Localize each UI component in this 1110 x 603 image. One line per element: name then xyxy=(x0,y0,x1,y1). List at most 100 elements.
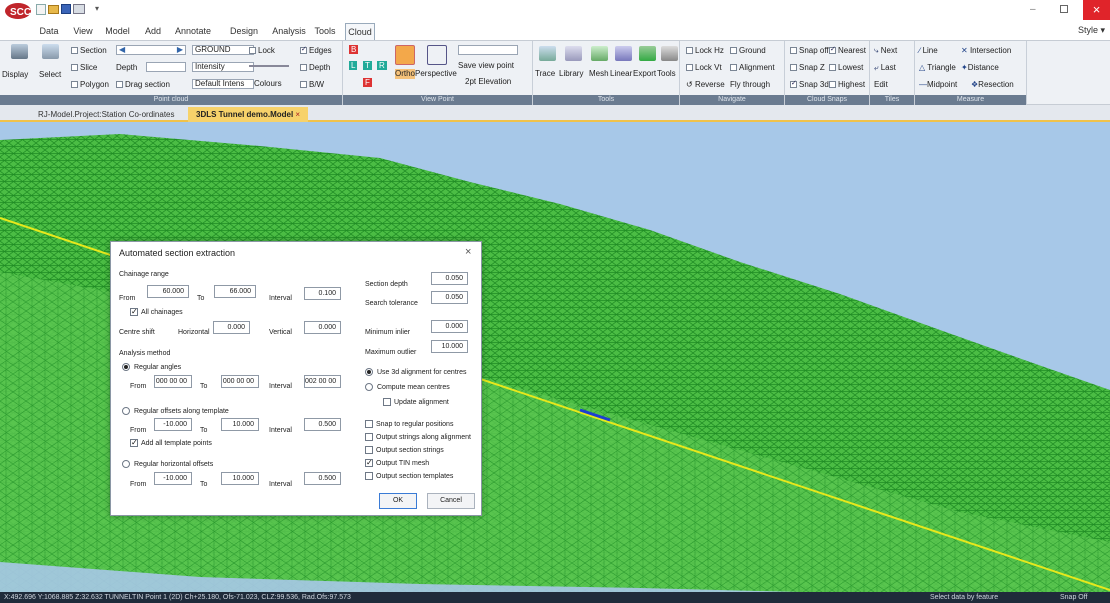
ok-button[interactable]: OK xyxy=(379,493,417,509)
chainage-interval-input[interactable]: 0.100 xyxy=(304,287,341,300)
lock-vt-checkbox[interactable] xyxy=(686,64,693,71)
section-depth-input[interactable]: 0.050 xyxy=(431,272,468,285)
triangle-button[interactable]: △ Triangle xyxy=(919,63,956,73)
view-point-select[interactable] xyxy=(458,45,518,55)
edges-checkbox[interactable] xyxy=(300,45,307,54)
output-strings-alignment-checkbox[interactable] xyxy=(365,433,373,441)
tab-annotate[interactable]: Annotate xyxy=(173,23,213,40)
output-section-strings-checkbox[interactable] xyxy=(365,446,373,454)
tab-view[interactable]: View xyxy=(72,23,94,40)
intensity-scheme-select[interactable]: Default Intens xyxy=(192,79,254,89)
trace-button[interactable]: Trace xyxy=(535,69,555,79)
colour-mode-select[interactable]: Intensity xyxy=(192,62,254,72)
mesh-icon[interactable] xyxy=(591,46,608,61)
search-tolerance-input[interactable]: 0.050 xyxy=(431,291,468,304)
snap-off-checkbox[interactable] xyxy=(790,47,797,54)
tab-cloud[interactable]: Cloud xyxy=(345,23,375,40)
view-t-button[interactable]: T xyxy=(363,61,372,71)
tab-data[interactable]: Data xyxy=(38,23,60,40)
chainage-from-input[interactable]: 60.000 xyxy=(147,285,189,298)
output-templates-checkbox[interactable] xyxy=(365,472,373,480)
export-icon[interactable] xyxy=(639,46,656,61)
angles-to-input[interactable]: 000 00 00 xyxy=(221,375,259,388)
snap-z-checkbox[interactable] xyxy=(790,64,797,71)
edit-tiles-button[interactable]: Edit xyxy=(874,80,888,90)
restore-button[interactable] xyxy=(1060,5,1068,13)
view-l-button[interactable]: L xyxy=(349,61,358,71)
angles-interval-input[interactable]: 002 00 00 xyxy=(304,375,341,388)
lock-checkbox[interactable] xyxy=(249,47,256,54)
doc-tab-station-coordinates[interactable]: RJ-Model.Project:Station Co-ordinates xyxy=(30,107,183,122)
tools-icon[interactable] xyxy=(661,46,678,61)
ortho-cube-icon[interactable] xyxy=(395,45,415,65)
app-logo[interactable]: SCC xyxy=(3,1,33,20)
section-checkbox[interactable] xyxy=(71,47,78,54)
status-snap[interactable]: Snap Off xyxy=(1060,592,1088,603)
snap-regular-checkbox[interactable] xyxy=(365,420,373,428)
mesh-button[interactable]: Mesh xyxy=(589,69,609,79)
regular-angles-radio[interactable] xyxy=(122,363,130,371)
tab-model[interactable]: Model xyxy=(104,23,131,40)
alignment-checkbox[interactable] xyxy=(730,64,737,71)
display-button[interactable]: Display xyxy=(2,70,28,80)
line-button[interactable]: ∕ Line xyxy=(919,46,938,56)
chainage-to-input[interactable]: 66.000 xyxy=(214,285,256,298)
linear-icon[interactable] xyxy=(615,46,632,61)
add-template-points-checkbox[interactable] xyxy=(130,438,138,447)
tab-add[interactable]: Add xyxy=(143,23,163,40)
layer-select[interactable]: GROUND xyxy=(192,45,254,55)
regular-offsets-radio[interactable] xyxy=(122,407,130,415)
highest-checkbox[interactable] xyxy=(829,81,836,88)
drag-section-checkbox[interactable] xyxy=(116,81,123,88)
ground-checkbox[interactable] xyxy=(730,47,737,54)
offsets-from-input[interactable]: -10.000 xyxy=(154,418,192,431)
close-tab-icon[interactable]: × xyxy=(295,110,300,119)
save-icon[interactable] xyxy=(61,4,71,14)
lowest-checkbox[interactable] xyxy=(829,64,836,71)
minimum-inlier-input[interactable]: 0.000 xyxy=(431,320,468,333)
vertical-shift-input[interactable]: 0.000 xyxy=(304,321,341,334)
trace-icon[interactable] xyxy=(539,46,556,61)
maximum-outlier-input[interactable]: 10.000 xyxy=(431,340,468,353)
intersection-button[interactable]: ✕ Intersection xyxy=(961,46,1011,56)
elevation-button[interactable]: 2pt Elevation xyxy=(465,77,511,87)
horizontal-to-input[interactable]: 10.000 xyxy=(221,472,259,485)
open-icon[interactable] xyxy=(48,5,59,14)
angles-from-input[interactable]: 000 00 00 xyxy=(154,375,192,388)
colours-button[interactable]: Colours xyxy=(254,79,282,89)
cancel-button[interactable]: Cancel xyxy=(427,493,475,509)
brightness-slider[interactable] xyxy=(249,65,289,67)
library-icon[interactable] xyxy=(565,46,582,61)
stepper-right-icon[interactable]: ▶ xyxy=(177,46,183,54)
new-icon[interactable] xyxy=(36,4,46,15)
tab-design[interactable]: Design xyxy=(228,23,260,40)
reverse-button[interactable]: ↺ Reverse xyxy=(686,80,725,90)
perspective-cube-icon[interactable] xyxy=(427,45,447,65)
bw-checkbox[interactable] xyxy=(300,81,307,88)
tools-button[interactable]: Tools xyxy=(657,69,676,79)
style-menu[interactable]: Style ▾ xyxy=(1078,25,1105,36)
doc-tab-tunnel-model[interactable]: 3DLS Tunnel demo.Model × xyxy=(188,107,309,122)
minimize-button[interactable]: – xyxy=(1030,4,1042,15)
nearest-checkbox[interactable] xyxy=(829,45,836,54)
view-b-button[interactable]: B xyxy=(349,45,359,55)
output-tin-checkbox[interactable] xyxy=(365,458,373,467)
resection-button[interactable]: ❖Resection xyxy=(971,80,1014,90)
stepper-left-icon[interactable]: ◀ xyxy=(119,46,125,54)
compute-mean-radio[interactable] xyxy=(365,383,373,391)
distance-button[interactable]: ✦Distance xyxy=(961,63,999,73)
dialog-close-button[interactable]: × xyxy=(465,247,471,258)
close-button[interactable]: × xyxy=(1083,0,1110,20)
tab-analysis[interactable]: Analysis xyxy=(270,23,308,40)
all-chainages-checkbox[interactable] xyxy=(130,307,138,316)
update-alignment-checkbox[interactable] xyxy=(383,398,391,406)
save-view-point-button[interactable]: Save view point xyxy=(458,61,514,71)
depth-input[interactable] xyxy=(146,62,186,72)
fly-through-button[interactable]: Fly through xyxy=(730,80,770,90)
view-f-button[interactable]: F xyxy=(363,78,372,88)
lock-hz-checkbox[interactable] xyxy=(686,47,693,54)
tab-tools[interactable]: Tools xyxy=(312,23,338,40)
view-r-button[interactable]: R xyxy=(377,61,387,71)
horizontal-from-input[interactable]: -10.000 xyxy=(154,472,192,485)
section-stepper[interactable]: ◀ ▶ xyxy=(116,45,186,55)
